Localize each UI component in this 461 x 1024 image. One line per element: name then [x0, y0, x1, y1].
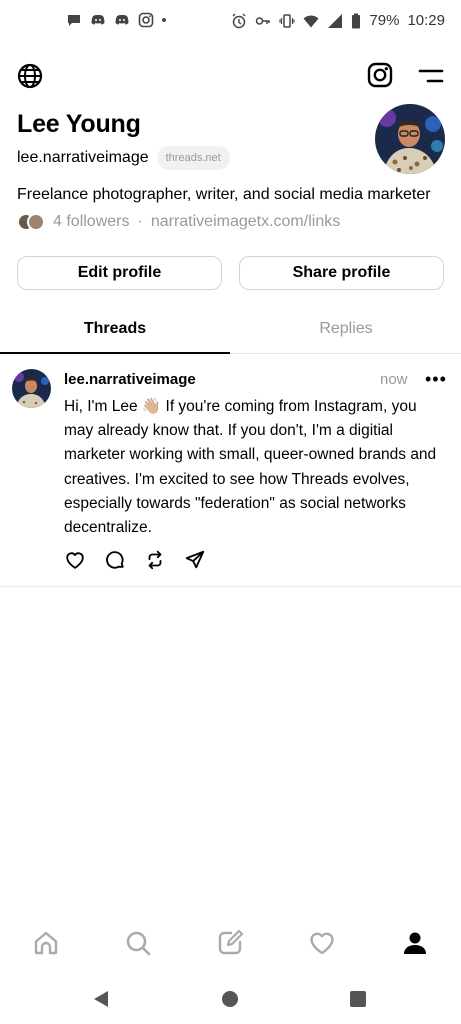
followers-count[interactable]: 4 followers	[53, 213, 129, 231]
share-icon[interactable]	[184, 549, 206, 571]
home-icon[interactable]	[31, 928, 61, 958]
profile-tabs: Threads Replies	[0, 312, 461, 354]
post-avatar[interactable]	[12, 369, 51, 408]
search-icon[interactable]	[123, 928, 153, 958]
alarm-icon	[231, 13, 247, 29]
wifi-icon	[303, 13, 319, 29]
top-bar	[0, 58, 461, 94]
profile-name: Lee Young	[17, 110, 141, 138]
battery-percent: 79%	[369, 12, 400, 29]
profile-avatar[interactable]	[375, 104, 445, 174]
share-profile-button[interactable]: Share profile	[239, 256, 444, 290]
comment-icon[interactable]	[104, 549, 126, 571]
heart-icon[interactable]	[64, 549, 86, 571]
post-timestamp: now	[380, 371, 408, 388]
profile-meta: 4 followers · narrativeimagetx.com/links	[17, 212, 340, 232]
key-icon	[255, 13, 271, 29]
back-icon[interactable]	[93, 990, 109, 1008]
repost-icon[interactable]	[144, 549, 166, 571]
tab-threads[interactable]: Threads	[0, 312, 230, 354]
follower-avatar	[27, 213, 45, 231]
dot-icon	[162, 18, 166, 22]
profile-handle: lee.narrativeimage	[17, 149, 149, 166]
tab-replies[interactable]: Replies	[231, 312, 461, 354]
edit-profile-button[interactable]: Edit profile	[17, 256, 222, 290]
meta-separator: ·	[137, 213, 143, 230]
compose-icon[interactable]	[215, 928, 245, 958]
recents-icon[interactable]	[350, 991, 366, 1007]
instagram-icon	[138, 12, 154, 28]
bottom-nav	[0, 922, 461, 966]
profile-link[interactable]: narrativeimagetx.com/links	[151, 213, 340, 231]
instagram-icon[interactable]	[366, 61, 394, 89]
more-options-icon[interactable]: •••	[425, 369, 447, 390]
system-nav-bar	[0, 980, 461, 1024]
status-bar: 79% 10:29	[0, 0, 461, 44]
status-notification-icons	[66, 12, 166, 28]
battery-icon	[351, 13, 361, 29]
status-system-icons: 79% 10:29	[231, 12, 445, 29]
post-actions	[64, 549, 206, 571]
chat-bubble-icon	[66, 12, 82, 28]
discord-icon	[90, 12, 106, 28]
profile-icon[interactable]	[400, 928, 430, 958]
thread-post[interactable]: lee.narrativeimage now ••• Hi, I'm Lee 👋…	[0, 355, 461, 587]
post-text: Hi, I'm Lee 👋🏼 If you're coming from Ins…	[64, 398, 437, 537]
clock-time: 10:29	[407, 12, 445, 29]
signal-icon	[327, 13, 343, 29]
domain-badge[interactable]: threads.net	[156, 146, 230, 170]
post-username[interactable]: lee.narrativeimage	[64, 371, 196, 388]
globe-icon[interactable]	[16, 62, 44, 90]
follower-avatars[interactable]	[17, 212, 49, 232]
vibrate-icon	[279, 13, 296, 29]
profile-bio: Freelance photographer, writer, and soci…	[17, 186, 431, 203]
discord-icon	[114, 12, 130, 28]
home-circle-icon[interactable]	[222, 991, 238, 1007]
handle-row: lee.narrativeimage threads.net	[17, 146, 230, 170]
activity-heart-icon[interactable]	[307, 928, 337, 958]
menu-icon[interactable]	[416, 66, 444, 86]
